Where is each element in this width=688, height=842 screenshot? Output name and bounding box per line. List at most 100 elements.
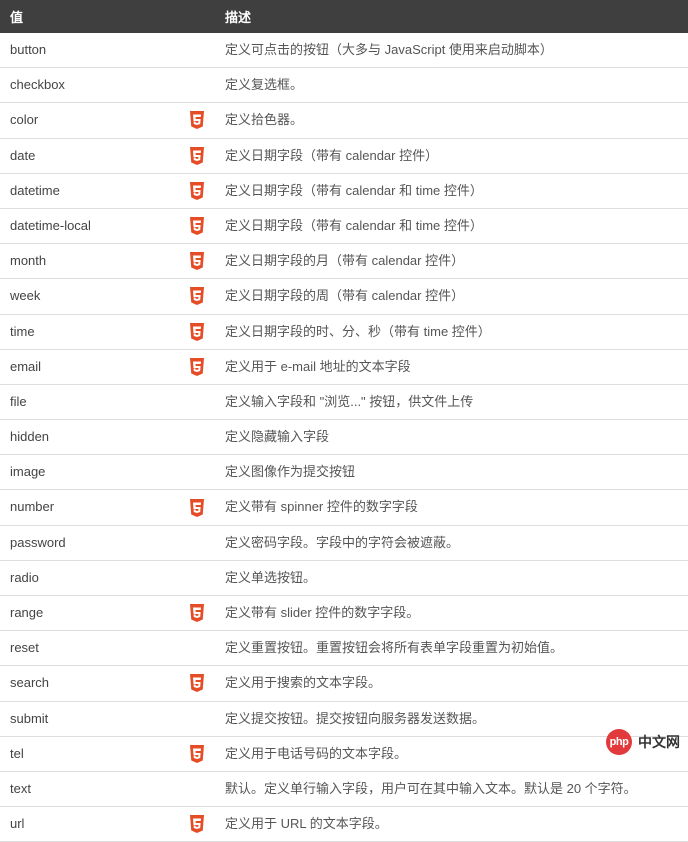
value-text: color xyxy=(10,112,38,127)
desc-cell: 定义密码字段。字段中的字符会被遮蔽。 xyxy=(215,525,688,560)
table-row: search 定义用于搜索的文本字段。 xyxy=(0,666,688,701)
value-cell: number xyxy=(0,490,215,525)
html5-icon xyxy=(189,111,205,129)
desc-cell: 定义日期字段的时、分、秒（带有 time 控件） xyxy=(215,314,688,349)
table-row: range 定义带有 slider 控件的数字字段。 xyxy=(0,596,688,631)
desc-cell: 定义日期字段的月（带有 calendar 控件） xyxy=(215,244,688,279)
html5-icon xyxy=(189,745,205,763)
value-cell: password xyxy=(0,525,215,560)
desc-cell: 定义输入字段和 "浏览..." 按钮，供文件上传 xyxy=(215,384,688,419)
table-row: month 定义日期字段的月（带有 calendar 控件） xyxy=(0,244,688,279)
html5-icon xyxy=(189,217,205,235)
value-cell: search xyxy=(0,666,215,701)
value-text: file xyxy=(10,394,27,409)
value-text: url xyxy=(10,816,24,831)
html5-icon xyxy=(189,674,205,692)
value-cell: hidden xyxy=(0,420,215,455)
value-text: date xyxy=(10,148,35,163)
value-text: submit xyxy=(10,711,48,726)
table-row: number 定义带有 spinner 控件的数字字段 xyxy=(0,490,688,525)
value-cell: text xyxy=(0,771,215,806)
value-cell: button xyxy=(0,33,215,68)
watermark-text: 中文网 xyxy=(638,732,680,752)
value-text: email xyxy=(10,359,41,374)
value-cell: tel xyxy=(0,736,215,771)
desc-cell: 定义重置按钮。重置按钮会将所有表单字段重置为初始值。 xyxy=(215,631,688,666)
desc-cell: 定义复选框。 xyxy=(215,68,688,103)
html5-icon xyxy=(189,815,205,833)
desc-cell: 默认。定义单行输入字段，用户可在其中输入文本。默认是 20 个字符。 xyxy=(215,771,688,806)
value-text: datetime xyxy=(10,183,60,198)
value-cell: radio xyxy=(0,560,215,595)
table-row: url 定义用于 URL 的文本字段。 xyxy=(0,807,688,842)
table-row: submit定义提交按钮。提交按钮向服务器发送数据。 xyxy=(0,701,688,736)
table-row: password 定义密码字段。字段中的字符会被遮蔽。 xyxy=(0,525,688,560)
value-text: search xyxy=(10,675,49,690)
value-cell: color xyxy=(0,103,215,138)
value-cell: file xyxy=(0,384,215,419)
desc-cell: 定义单选按钮。 xyxy=(215,560,688,595)
value-cell: datetime-local xyxy=(0,208,215,243)
site-watermark: php 中文网 xyxy=(606,729,680,755)
value-text: checkbox xyxy=(10,77,65,92)
table-row: file 定义输入字段和 "浏览..." 按钮，供文件上传 xyxy=(0,384,688,419)
value-cell: submit xyxy=(0,701,215,736)
value-text: text xyxy=(10,781,31,796)
table-row: datetime定义日期字段（带有 calendar 和 time 控件） xyxy=(0,173,688,208)
html5-icon xyxy=(189,252,205,270)
value-text: time xyxy=(10,324,35,339)
desc-cell: 定义日期字段（带有 calendar 控件） xyxy=(215,138,688,173)
value-cell: month xyxy=(0,244,215,279)
table-row: image 定义图像作为提交按钮 xyxy=(0,455,688,490)
value-text: password xyxy=(10,535,66,550)
value-cell: time xyxy=(0,314,215,349)
html5-icon xyxy=(189,323,205,341)
header-desc: 描述 xyxy=(215,0,688,33)
value-text: image xyxy=(10,464,45,479)
watermark-badge: php xyxy=(606,729,632,755)
table-row: date 定义日期字段（带有 calendar 控件） xyxy=(0,138,688,173)
value-text: reset xyxy=(10,640,39,655)
table-row: reset 定义重置按钮。重置按钮会将所有表单字段重置为初始值。 xyxy=(0,631,688,666)
header-value: 值 xyxy=(0,0,215,33)
attribute-values-table: 值 描述 button定义可点击的按钮（大多与 JavaScript 使用来启动… xyxy=(0,0,688,842)
table-row: text 默认。定义单行输入字段，用户可在其中输入文本。默认是 20 个字符。 xyxy=(0,771,688,806)
html5-icon xyxy=(189,499,205,517)
html5-icon xyxy=(189,147,205,165)
value-text: button xyxy=(10,42,46,57)
table-row: datetime-local定义日期字段（带有 calendar 和 time … xyxy=(0,208,688,243)
value-cell: url xyxy=(0,807,215,842)
desc-cell: 定义带有 spinner 控件的数字字段 xyxy=(215,490,688,525)
desc-cell: 定义带有 slider 控件的数字字段。 xyxy=(215,596,688,631)
value-text: number xyxy=(10,499,54,514)
value-cell: date xyxy=(0,138,215,173)
value-text: week xyxy=(10,288,40,303)
table-row: radio 定义单选按钮。 xyxy=(0,560,688,595)
value-text: radio xyxy=(10,570,39,585)
value-text: hidden xyxy=(10,429,49,444)
value-cell: image xyxy=(0,455,215,490)
value-text: range xyxy=(10,605,43,620)
value-cell: checkbox xyxy=(0,68,215,103)
value-text: tel xyxy=(10,746,24,761)
table-row: color 定义拾色器。 xyxy=(0,103,688,138)
desc-cell: 定义图像作为提交按钮 xyxy=(215,455,688,490)
value-cell: reset xyxy=(0,631,215,666)
html5-icon xyxy=(189,358,205,376)
table-header-row: 值 描述 xyxy=(0,0,688,33)
desc-cell: 定义用于搜索的文本字段。 xyxy=(215,666,688,701)
html5-icon xyxy=(189,287,205,305)
value-cell: email xyxy=(0,349,215,384)
html5-icon xyxy=(189,604,205,622)
value-cell: datetime xyxy=(0,173,215,208)
table-row: email定义用于 e-mail 地址的文本字段 xyxy=(0,349,688,384)
desc-cell: 定义用于 URL 的文本字段。 xyxy=(215,807,688,842)
table-row: button定义可点击的按钮（大多与 JavaScript 使用来启动脚本） xyxy=(0,33,688,68)
table-row: hidden定义隐藏输入字段 xyxy=(0,420,688,455)
desc-cell: 定义日期字段（带有 calendar 和 time 控件） xyxy=(215,208,688,243)
desc-cell: 定义拾色器。 xyxy=(215,103,688,138)
table-row: time 定义日期字段的时、分、秒（带有 time 控件） xyxy=(0,314,688,349)
value-text: month xyxy=(10,253,46,268)
table-row: checkbox 定义复选框。 xyxy=(0,68,688,103)
value-cell: week xyxy=(0,279,215,314)
